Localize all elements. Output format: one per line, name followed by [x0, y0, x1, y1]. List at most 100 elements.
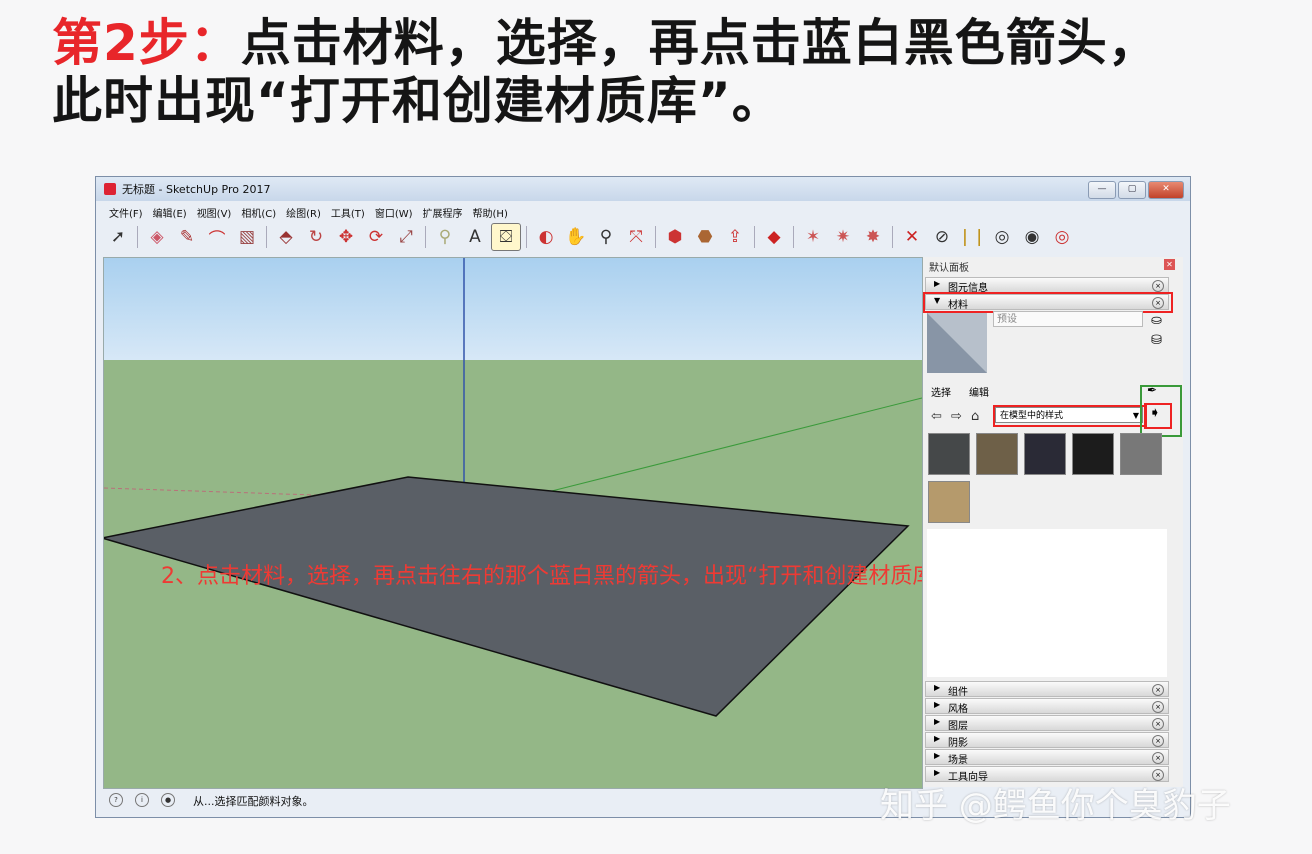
tray-styles[interactable]: ▶ 风格 ×: [925, 698, 1169, 715]
forward-icon[interactable]: ⇨: [951, 409, 962, 424]
menu-edit[interactable]: 编辑(E): [150, 202, 194, 220]
main-toolbar: ➚ ◈ ✎ ⌒ ▧ ⬘ ↻ ✥ ⟳ ⤢ ⚲ A ⛋ ◐ ✋ ⚲ ⤧ ⬢ ⬣ ⇪ …: [104, 221, 1184, 253]
heading-line1: 点击材料，选择，再点击蓝白黑色箭头，: [240, 14, 1159, 72]
menu-tools[interactable]: 工具(T): [328, 202, 372, 220]
camera-icon[interactable]: ◎: [1048, 224, 1076, 250]
default-tray: 默认面板 ✕ ▶ 图元信息 × ▼ 材料 × 预设 ⛀ ⛁ 选择 编辑 ✒ ⇦ …: [923, 257, 1183, 787]
expand-arrow-icon: ▶: [934, 700, 941, 709]
warehouse-icon[interactable]: ⬢: [661, 224, 689, 250]
paint-bucket-icon[interactable]: ⛋: [491, 223, 521, 251]
expand-arrow-icon: ▶: [934, 717, 941, 726]
tray-label: 阴影: [948, 738, 968, 749]
move-icon[interactable]: ✥: [332, 224, 360, 250]
orbit-icon[interactable]: ◐: [532, 224, 560, 250]
window-title: 无标题 - SketchUp Pro 2017: [122, 183, 271, 196]
home-icon[interactable]: ⌂: [971, 409, 979, 424]
walk-icon[interactable]: ❘❘: [958, 224, 987, 250]
expand-arrow-icon: ▶: [934, 683, 941, 692]
text-icon[interactable]: A: [461, 224, 489, 250]
material-swatch[interactable]: [1120, 433, 1162, 475]
credits-icon[interactable]: i: [135, 793, 149, 807]
arc-icon[interactable]: ⌒: [203, 224, 231, 250]
follow-me-icon[interactable]: ↻: [302, 224, 330, 250]
expand-arrow-icon: ▶: [934, 751, 941, 760]
select-icon[interactable]: ➚: [104, 224, 132, 250]
position-camera-icon[interactable]: ◉: [1018, 224, 1046, 250]
material-swatch[interactable]: [1072, 433, 1114, 475]
menu-bar: 文件(F) 编辑(E) 视图(V) 相机(C) 绘图(R) 工具(T) 窗口(W…: [96, 202, 1190, 220]
material-swatch[interactable]: [928, 481, 970, 523]
model-viewport[interactable]: 2、点击材料，选择，再点击往右的那个蓝白黑的箭头，出现“打开和创建材质库”: [103, 257, 923, 789]
zoom-extents-icon[interactable]: ⤧: [622, 224, 650, 250]
tray-label: 图层: [948, 721, 968, 732]
scale-icon[interactable]: ⤢: [392, 224, 420, 250]
tray-shadows[interactable]: ▶ 阴影 ×: [925, 732, 1169, 749]
tape-measure-icon[interactable]: ⚲: [431, 224, 459, 250]
close-icon[interactable]: ×: [1152, 718, 1164, 730]
minimize-button[interactable]: —: [1088, 181, 1116, 199]
expand-arrow-icon: ▶: [934, 279, 941, 288]
materials-highlight: [923, 292, 1173, 313]
user-icon[interactable]: ●: [161, 793, 175, 807]
tray-components[interactable]: ▶ 组件 ×: [925, 681, 1169, 698]
rotate-icon[interactable]: ⟳: [362, 224, 390, 250]
menu-draw[interactable]: 绘图(R): [283, 202, 328, 220]
model-drawing: [104, 258, 922, 717]
close-icon[interactable]: ×: [1152, 752, 1164, 764]
tray-layers[interactable]: ▶ 图层 ×: [925, 715, 1169, 732]
close-icon[interactable]: ×: [1152, 280, 1164, 292]
eraser-icon[interactable]: ◈: [143, 224, 171, 250]
close-icon[interactable]: ×: [1152, 735, 1164, 747]
style-icon[interactable]: ⊘: [928, 224, 956, 250]
extension-icon[interactable]: ⬣: [691, 224, 719, 250]
watermark: 知乎 @鳄鱼你个臭豹子: [880, 786, 1231, 826]
close-button[interactable]: ✕: [1148, 181, 1184, 199]
rectangle-face: [104, 476, 910, 717]
share-icon[interactable]: ⇪: [721, 224, 749, 250]
tray-scenes[interactable]: ▶ 场景 ×: [925, 749, 1169, 766]
menu-help[interactable]: 帮助(H): [470, 202, 515, 220]
tray-entity-info[interactable]: ▶ 图元信息 ×: [925, 277, 1169, 294]
pencil-icon[interactable]: ✎: [173, 224, 201, 250]
sketchup-logo-icon: [104, 183, 116, 195]
tab-select[interactable]: 选择: [931, 384, 951, 399]
menu-camera[interactable]: 相机(C): [238, 202, 283, 220]
materials-empty-area: [927, 529, 1167, 677]
annotation-text: 2、点击材料，选择，再点击往右的那个蓝白黑的箭头，出现“打开和创建材质库”: [161, 564, 923, 589]
status-text: 从...选择匹配颜料对象。: [193, 795, 314, 808]
sandbox-icon[interactable]: ✷: [829, 224, 857, 250]
tray-label: 组件: [948, 687, 968, 698]
geo-location-icon[interactable]: ?: [109, 793, 123, 807]
instruction-heading: 第2步：点击材料，选择，再点击蓝白黑色箭头， 此时出现“打开和创建材质库”。: [52, 14, 1282, 130]
maximize-button[interactable]: ▢: [1118, 181, 1146, 199]
tray-close-icon[interactable]: ✕: [1164, 259, 1175, 270]
heading-line2: 此时出现“打开和创建材质库”。: [52, 72, 783, 130]
xray-icon[interactable]: ✕: [898, 224, 926, 250]
section-icon[interactable]: ✸: [859, 224, 887, 250]
menu-file[interactable]: 文件(F): [106, 202, 150, 220]
push-pull-icon[interactable]: ⬘: [272, 224, 300, 250]
back-icon[interactable]: ⇦: [931, 409, 942, 424]
menu-view[interactable]: 视图(V): [194, 202, 239, 220]
rectangle-icon[interactable]: ▧: [233, 224, 261, 250]
close-icon[interactable]: ×: [1152, 684, 1164, 696]
solid-tools-icon[interactable]: ✶: [799, 224, 827, 250]
menu-extensions[interactable]: 扩展程序: [420, 202, 470, 220]
create-material-icon[interactable]: ⛀: [1151, 313, 1162, 328]
zoom-icon[interactable]: ⚲: [592, 224, 620, 250]
details-arrow-green-highlight: [1140, 385, 1182, 437]
close-icon[interactable]: ×: [1152, 701, 1164, 713]
tray-label: 场景: [948, 755, 968, 766]
look-icon[interactable]: ◎: [988, 224, 1016, 250]
material-swatch[interactable]: [928, 433, 970, 475]
material-swatch[interactable]: [1024, 433, 1066, 475]
tab-edit[interactable]: 编辑: [969, 384, 989, 399]
tray-label: 风格: [948, 704, 968, 715]
ruby-icon[interactable]: ◆: [760, 224, 788, 250]
pan-icon[interactable]: ✋: [562, 224, 590, 250]
material-preview: [927, 313, 987, 373]
material-swatch[interactable]: [976, 433, 1018, 475]
material-stack-icon[interactable]: ⛁: [1151, 333, 1162, 348]
material-name-field[interactable]: 预设: [993, 311, 1143, 327]
menu-window[interactable]: 窗口(W): [372, 202, 420, 220]
